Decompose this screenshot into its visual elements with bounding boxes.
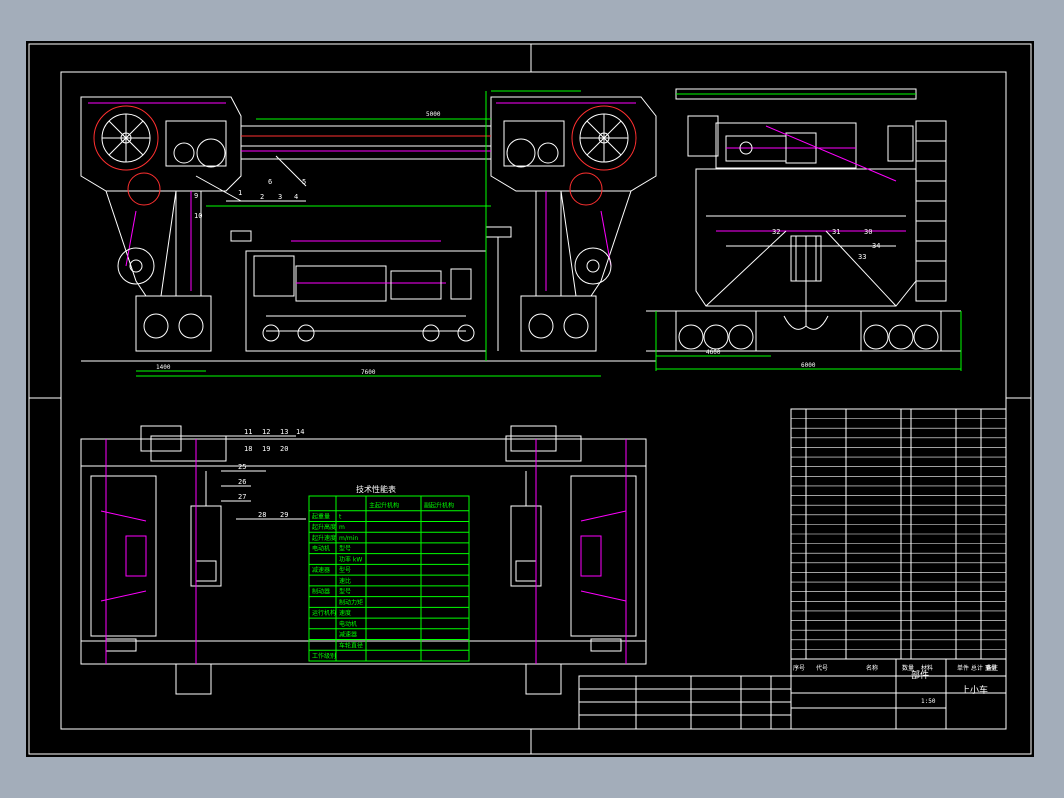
dim-label: 5000	[426, 111, 441, 118]
plan-view-labels: 11 12 13 14 18 19 20 25 26 27 28 29	[238, 428, 304, 519]
part-number: 6	[268, 178, 272, 186]
spec-table-cell: 速度	[339, 609, 351, 617]
spec-table-cell: m	[339, 524, 345, 531]
spec-table-cell: 电动机	[312, 545, 330, 553]
part-number: 13	[280, 428, 288, 436]
part-number: 19	[262, 445, 270, 453]
part-number: 30	[864, 228, 872, 236]
title-block-drawing-name: 上小车	[961, 684, 988, 696]
spec-table-cell: 制动器	[312, 588, 330, 596]
spec-table-cell: m/min	[339, 535, 358, 542]
spec-table-rows: 主起升机构 副起升机构起重量 t起升高度 m起升速度 m/min电动机 型号功率 kW减速…	[309, 502, 469, 662]
part-number: 26	[238, 478, 246, 486]
part-number: 11	[244, 428, 252, 436]
spec-table-cell: 功率 kW	[339, 555, 362, 563]
spec-table-cell: 型号	[339, 588, 351, 596]
part-number: 1	[238, 189, 242, 197]
part-number: 5	[302, 178, 306, 186]
side-view-labels: 4600 6000 30 31 32 33 34	[706, 228, 880, 369]
spec-table-cell: t	[339, 513, 342, 520]
parts-list-header-label: 序号	[793, 664, 805, 672]
spec-table-cell: 主起升机构	[369, 502, 399, 510]
part-number: 34	[872, 242, 880, 250]
spec-table-cell: 制动力矩	[339, 598, 363, 606]
spec-table-cell: 减速器	[339, 631, 357, 639]
spec-table-cell: 副起升机构	[424, 502, 454, 510]
spec-table	[308, 495, 470, 662]
parts-list-header-label: 名称	[866, 664, 878, 672]
spec-table-cell: 减速器	[312, 566, 330, 574]
part-number: 12	[262, 428, 270, 436]
title-block-category: 部件	[911, 669, 929, 681]
part-number: 25	[238, 463, 246, 471]
dim-label: 7600	[361, 369, 376, 376]
dim-label: 6000	[801, 362, 816, 369]
spec-table-cell: 起升速度	[312, 534, 336, 542]
spec-table-cell: 型号	[339, 566, 351, 574]
spec-table-cell: 起重量	[312, 512, 330, 520]
spec-table-cell: 起升高度	[312, 523, 336, 531]
part-number: 33	[858, 253, 866, 261]
side-view	[646, 88, 962, 371]
part-number: 9	[194, 192, 198, 200]
part-number: 3	[278, 193, 282, 201]
spec-table-cell: 速比	[339, 577, 351, 585]
part-number: 18	[244, 445, 252, 453]
parts-list-rows	[791, 418, 1006, 650]
part-number: 32	[772, 228, 780, 236]
part-number: 10	[194, 212, 202, 220]
cad-drawing: 5000 1400 7600 1 2 3 4 5 6 9 10 4600 600…	[28, 43, 1032, 755]
outer-border	[28, 43, 1032, 755]
part-number: 4	[294, 193, 298, 201]
part-number: 29	[280, 511, 288, 519]
front-view	[80, 90, 657, 377]
spec-table-cell: 电动机	[339, 620, 357, 628]
drawing-sheet: 5000 1400 7600 1 2 3 4 5 6 9 10 4600 600…	[26, 41, 1034, 757]
plan-view	[80, 425, 647, 695]
parts-list-header-label: 备注	[986, 664, 998, 672]
part-number: 2	[260, 193, 264, 201]
part-number: 28	[258, 511, 266, 519]
spec-table-cell: 车轮直径	[339, 641, 363, 649]
title-block-scale: 1:50	[921, 698, 936, 705]
spec-table-cell: 工作级别	[312, 652, 336, 660]
spec-table-cell: 型号	[339, 545, 351, 553]
spec-table-title: 技术性能表	[356, 484, 396, 494]
part-number: 31	[832, 228, 840, 236]
parts-list-header-label: 代号	[816, 664, 828, 672]
dim-label: 1400	[156, 364, 171, 371]
part-number: 20	[280, 445, 288, 453]
dim-label: 4600	[706, 349, 721, 356]
part-number: 27	[238, 493, 246, 501]
part-number: 14	[296, 428, 304, 436]
spec-table-cell: 运行机构	[312, 609, 336, 617]
